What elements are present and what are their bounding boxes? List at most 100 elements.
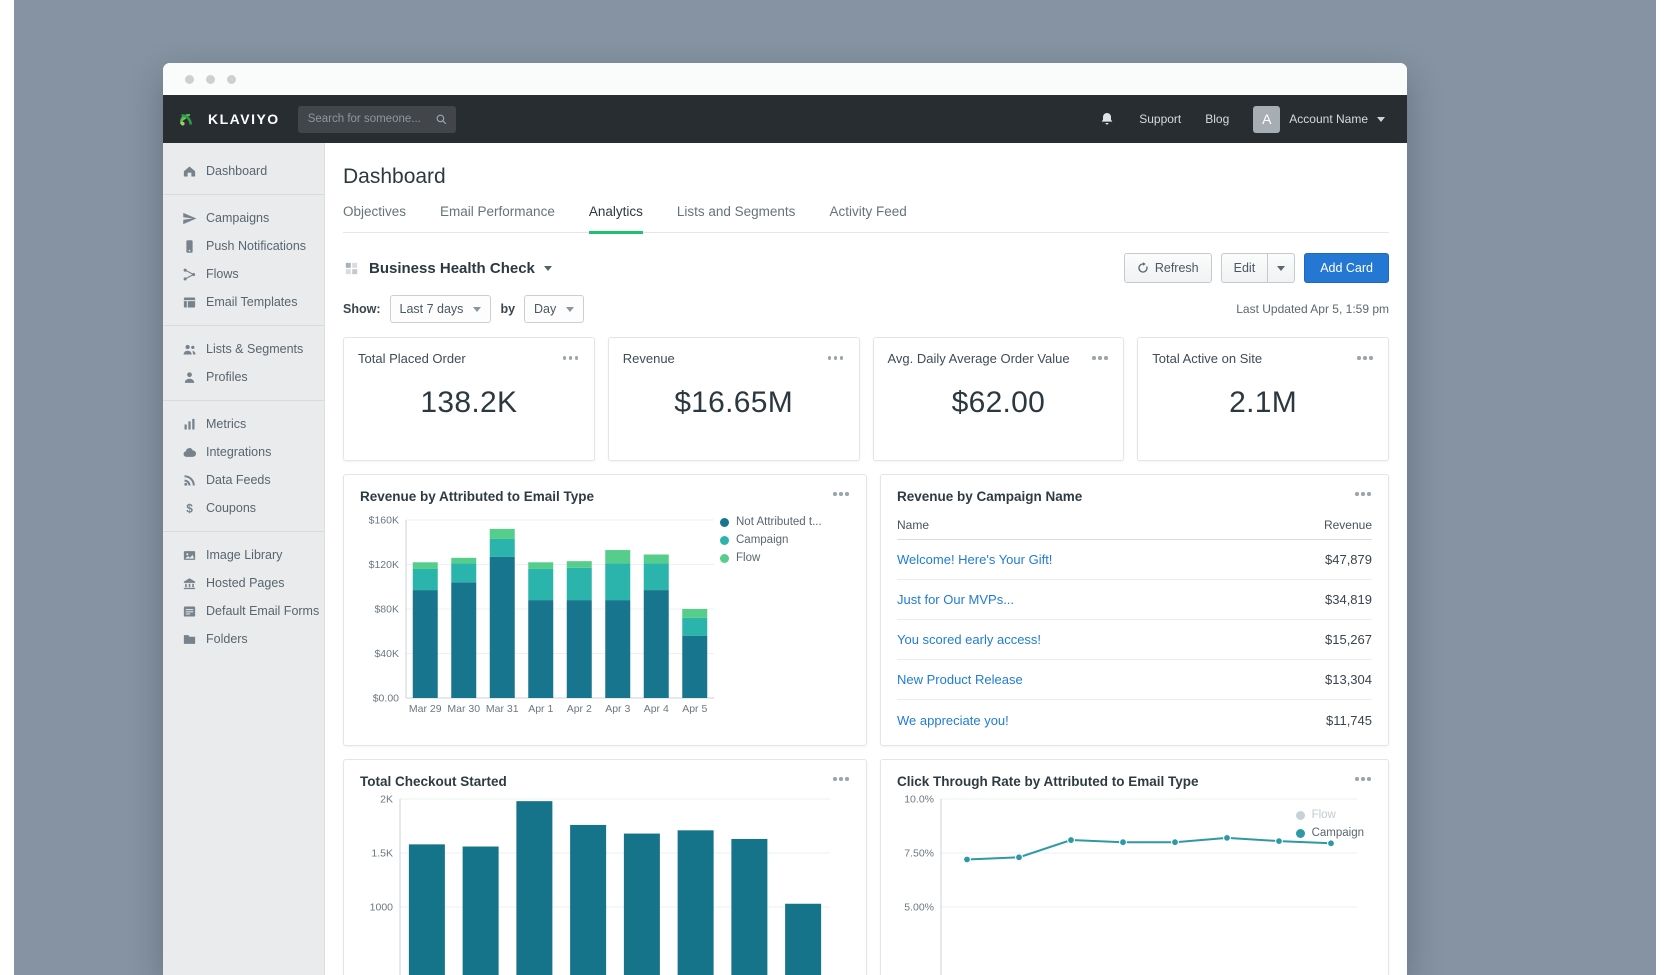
add-card-button[interactable]: Add Card	[1304, 253, 1389, 283]
bell-icon[interactable]	[1099, 111, 1115, 127]
sidebar-item-integrations[interactable]: Integrations	[163, 438, 324, 466]
legend-item-campaign[interactable]: Campaign	[720, 534, 850, 546]
top-navbar: KLAVIYO Support Blog A Account Name	[163, 95, 1407, 143]
nav-link-blog[interactable]: Blog	[1205, 112, 1229, 126]
campaign-table: NameRevenueWelcome! Here's Your Gift!$47…	[897, 510, 1372, 740]
tab-activity-feed[interactable]: Activity Feed	[829, 204, 906, 232]
refresh-button[interactable]: Refresh	[1124, 253, 1212, 283]
avatar[interactable]: A	[1253, 106, 1280, 133]
chevron-down-icon	[473, 307, 481, 312]
sidebar-item-push-notifications[interactable]: Push Notifications	[163, 232, 324, 260]
sidebar-item-label: Email Templates	[206, 295, 297, 309]
legend-item-flow[interactable]: Flow	[720, 552, 850, 564]
svg-text:1.5K: 1.5K	[371, 848, 393, 860]
interval-select[interactable]: Day	[524, 295, 584, 323]
sidebar-item-default-email-forms[interactable]: Default Email Forms	[163, 597, 324, 625]
sidebar-item-metrics[interactable]: Metrics	[163, 410, 324, 438]
sidebar-item-label: Profiles	[206, 370, 248, 384]
stat-value: 138.2K	[358, 386, 580, 420]
charts-row-1: Revenue by Attributed to Email Type $160…	[343, 474, 1389, 746]
campaign-link[interactable]: New Product Release	[897, 672, 1023, 687]
sidebar-item-label: Dashboard	[206, 164, 267, 178]
campaign-link[interactable]: Welcome! Here's Your Gift!	[897, 552, 1052, 567]
card-menu-icon[interactable]	[833, 489, 850, 499]
navbar-search[interactable]	[298, 106, 456, 133]
tab-email-performance[interactable]: Email Performance	[440, 204, 555, 232]
search-icon	[435, 113, 448, 126]
tab-objectives[interactable]: Objectives	[343, 204, 406, 232]
sidebar-divider	[163, 400, 324, 401]
search-input[interactable]	[308, 113, 435, 125]
card-title: Revenue by Campaign Name	[897, 489, 1082, 504]
by-label: by	[500, 302, 515, 316]
sidebar: Dashboard Campaigns Push NotificationsFlow…	[163, 143, 325, 975]
sidebar-divider	[163, 194, 324, 195]
app-body: DashboardCampaignsPush NotificationsFlow…	[163, 143, 1407, 975]
chevron-down-icon	[566, 307, 574, 312]
campaign-link[interactable]: We appreciate you!	[897, 713, 1009, 728]
interval-value: Day	[534, 302, 556, 316]
sidebar-item-label: Coupons	[206, 501, 256, 515]
card-menu-icon[interactable]	[833, 774, 850, 784]
legend-item-flow[interactable]: Flow	[1296, 809, 1364, 821]
legend-dot-icon	[1296, 829, 1305, 838]
sidebar-item-lists-segments[interactable]: Lists & Segments	[163, 335, 324, 363]
tab-lists-and-segments[interactable]: Lists and Segments	[677, 204, 796, 232]
stat-card-avg-daily-average-order-value: Avg. Daily Average Order Value$62.00	[873, 337, 1125, 461]
sidebar-item-coupons[interactable]: $Coupons	[163, 494, 324, 522]
tab-analytics[interactable]: Analytics	[589, 204, 643, 234]
legend-dot-icon	[720, 554, 729, 563]
card-menu-icon[interactable]	[828, 353, 845, 363]
stat-value: $16.65M	[623, 386, 845, 420]
svg-text:$160K: $160K	[369, 515, 399, 527]
window-control-dot[interactable]	[227, 75, 236, 84]
account-menu[interactable]: A Account Name	[1253, 106, 1385, 133]
card-menu-icon[interactable]	[1355, 489, 1372, 499]
sidebar-item-profiles[interactable]: Profiles	[163, 363, 324, 391]
page-title: Dashboard	[343, 165, 1389, 189]
sidebar-item-label: Integrations	[206, 445, 271, 459]
card-title: Click Through Rate by Attributed to Emai…	[897, 774, 1199, 789]
sidebar-item-label: Hosted Pages	[206, 576, 285, 590]
card-menu-icon[interactable]	[1357, 353, 1374, 363]
svg-text:Apr 5: Apr 5	[682, 703, 707, 715]
sidebar-item-data-feeds[interactable]: Data Feeds	[163, 466, 324, 494]
window-control-dot[interactable]	[185, 75, 194, 84]
campaign-link[interactable]: You scored early access!	[897, 632, 1041, 647]
date-range-select[interactable]: Last 7 days	[390, 295, 492, 323]
sidebar-item-label: Folders	[206, 632, 248, 646]
image-icon	[181, 548, 197, 563]
legend-label: Campaign	[1312, 827, 1364, 839]
card-menu-icon[interactable]	[563, 353, 580, 363]
sidebar-item-label: Default Email Forms	[206, 604, 319, 618]
legend-label: Flow	[736, 552, 760, 564]
svg-text:5.00%: 5.00%	[904, 902, 934, 914]
dashboard-toolbar: Business Health Check Refresh Edit Add C…	[343, 253, 1389, 283]
nav-link-support[interactable]: Support	[1139, 112, 1181, 126]
svg-text:$40K: $40K	[374, 648, 399, 660]
metrics-icon	[181, 417, 197, 432]
sidebar-item-dashboard[interactable]: Dashboard	[163, 157, 324, 185]
legend-item-not-attributed-t[interactable]: Not Attributed t...	[720, 516, 850, 528]
sidebar-item-image-library[interactable]: Image Library	[163, 541, 324, 569]
sidebar-item-campaigns[interactable]: Campaigns	[163, 204, 324, 232]
sidebar-item-email-templates[interactable]: Email Templates	[163, 288, 324, 316]
edit-dropdown-button[interactable]	[1267, 253, 1295, 283]
card-menu-icon[interactable]	[1355, 774, 1372, 784]
window-control-dot[interactable]	[206, 75, 215, 84]
show-label: Show:	[343, 302, 381, 316]
board-selector[interactable]: Business Health Check	[343, 260, 552, 277]
sidebar-item-flows[interactable]: Flows	[163, 260, 324, 288]
card-revenue-by-email-type: Revenue by Attributed to Email Type $160…	[343, 474, 867, 746]
campaign-link[interactable]: Just for Our MVPs...	[897, 592, 1014, 607]
klaviyo-logo[interactable]: KLAVIYO	[179, 107, 280, 132]
legend-item-campaign[interactable]: Campaign	[1296, 827, 1364, 839]
sidebar-item-hosted-pages[interactable]: Hosted Pages	[163, 569, 324, 597]
sidebar-item-folders[interactable]: Folders	[163, 625, 324, 653]
brand-name: KLAVIYO	[208, 111, 280, 127]
sidebar-item-label: Metrics	[206, 417, 246, 431]
edit-button[interactable]: Edit	[1221, 253, 1269, 283]
window-titlebar	[163, 63, 1407, 95]
sidebar-item-label: Campaigns	[206, 211, 269, 225]
card-menu-icon[interactable]	[1092, 353, 1109, 363]
